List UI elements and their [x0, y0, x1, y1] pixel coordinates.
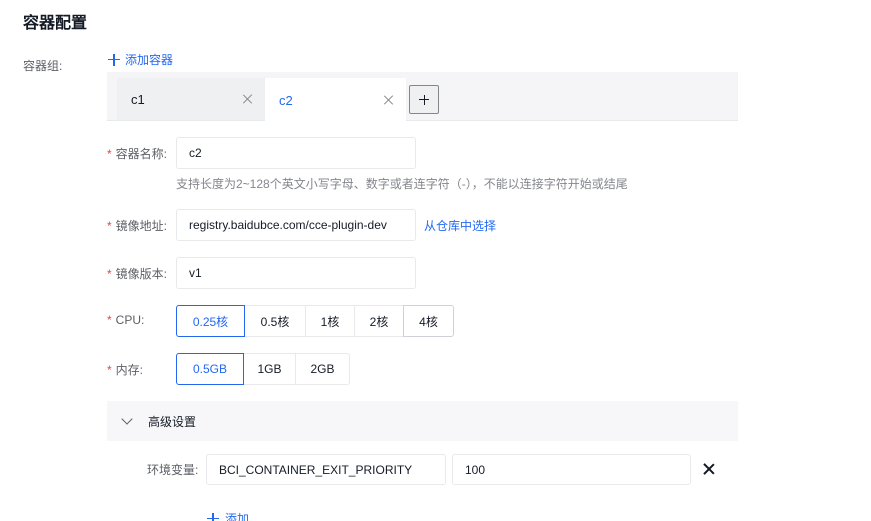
advanced-settings-title: 高级设置 [148, 414, 197, 429]
container-name-hint: 支持长度为2~128个英文小写字母、数字或者连字符（-），不能以连接字符开始或结… [176, 177, 628, 191]
plus-icon [207, 512, 219, 521]
memory-option-0.5gb[interactable]: 0.5GB [176, 353, 244, 385]
add-container-button[interactable]: 添加容器 [108, 51, 173, 68]
cpu-option-4[interactable]: 4核 [403, 305, 454, 337]
cpu-option-0.5[interactable]: 0.5核 [244, 305, 306, 337]
add-env-label: 添加 [225, 512, 250, 521]
add-tab-button[interactable] [409, 85, 439, 114]
cpu-option-0.25[interactable]: 0.25核 [176, 305, 245, 337]
cpu-option-1[interactable]: 1核 [305, 305, 355, 337]
env-var-label: 环境变量: [147, 463, 199, 477]
select-from-repo-link[interactable]: 从仓库中选择 [424, 217, 496, 234]
container-name-input[interactable]: c2 [176, 137, 416, 169]
memory-label: * 内存: [107, 363, 144, 377]
image-address-input[interactable]: registry.baidubce.com/cce-plugin-dev [176, 209, 416, 241]
container-name-label: * 容器名称: [107, 147, 168, 161]
tab-c1[interactable]: c1 [117, 78, 265, 120]
container-config-page: 容器配置 容器组: 添加容器 c1 c2 * 容器名称: c2 支持长度为2~12… [0, 0, 871, 521]
tab-label: c1 [131, 91, 145, 107]
env-value-input[interactable]: 100 [452, 454, 691, 485]
cpu-selector: 0.25核 0.5核 1核 2核 4核 [176, 305, 454, 337]
memory-option-1gb[interactable]: 1GB [243, 353, 296, 385]
memory-option-2gb[interactable]: 2GB [295, 353, 350, 385]
advanced-settings-toggle[interactable]: 高级设置 [107, 401, 738, 441]
close-icon[interactable] [703, 463, 715, 475]
cpu-option-2[interactable]: 2核 [354, 305, 404, 337]
plus-icon [108, 53, 120, 66]
image-address-label: * 镜像地址: [107, 219, 168, 233]
add-container-label: 添加容器 [125, 53, 174, 67]
tab-c2[interactable]: c2 [265, 78, 406, 122]
tab-label: c2 [279, 92, 293, 108]
memory-selector: 0.5GB 1GB 2GB [176, 353, 350, 385]
chevron-down-icon [121, 413, 133, 425]
add-env-button[interactable]: 添加 [207, 510, 249, 521]
section-title: 容器配置 [23, 15, 88, 32]
cpu-label: * CPU: [107, 313, 145, 327]
image-version-label: * 镜像版本: [107, 267, 168, 281]
image-version-input[interactable]: v1 [176, 257, 416, 289]
env-key-input[interactable]: BCI_CONTAINER_EXIT_PRIORITY [206, 454, 446, 485]
container-group-label: 容器组: [23, 59, 63, 73]
close-icon[interactable] [384, 95, 394, 105]
container-tabs: c1 c2 [107, 72, 738, 122]
close-icon[interactable] [243, 94, 253, 104]
